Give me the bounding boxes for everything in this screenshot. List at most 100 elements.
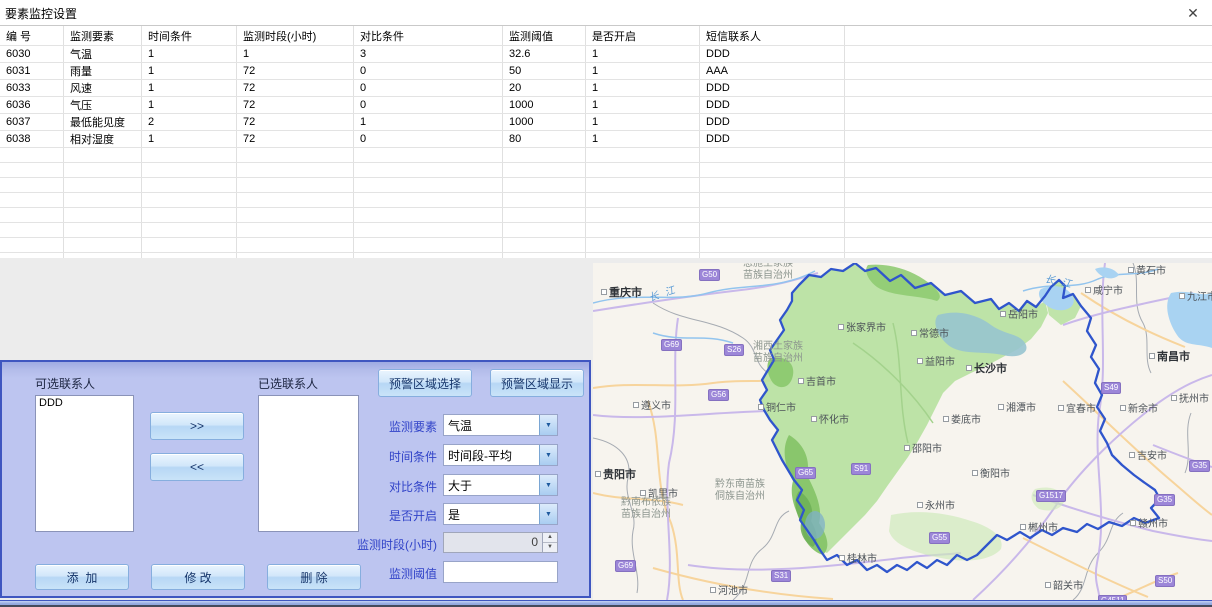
table-cell-filler bbox=[845, 114, 1212, 131]
table-cell bbox=[354, 163, 503, 178]
table-cell: 72 bbox=[237, 131, 354, 148]
map-city-label: 桂林市 bbox=[839, 554, 877, 565]
spinner-up-icon[interactable]: ▲ bbox=[543, 533, 557, 543]
table-cell bbox=[142, 208, 237, 223]
map-prefecture-label: 黔东南苗族侗族自治州 bbox=[705, 479, 775, 503]
table-row[interactable] bbox=[0, 148, 1212, 163]
map-city-label: 益阳市 bbox=[917, 357, 955, 368]
table-cell: 1 bbox=[586, 63, 700, 80]
table-cell: DDD bbox=[700, 114, 845, 131]
table-cell: 1 bbox=[586, 114, 700, 131]
column-header[interactable]: 编 号 bbox=[0, 26, 64, 46]
map-prefecture-label: 湘西土家族苗族自治州 bbox=[743, 341, 813, 365]
map-city-label: 娄底市 bbox=[943, 415, 981, 426]
table-cell bbox=[586, 193, 700, 208]
road-badge: S26 bbox=[724, 344, 744, 356]
road-badge: G35 bbox=[1189, 460, 1210, 472]
table-cell bbox=[237, 238, 354, 253]
selected-contacts-label: 已选联系人 bbox=[258, 375, 318, 392]
time-condition-select[interactable]: 时间段-平均 ▼ bbox=[443, 444, 558, 466]
table-row[interactable]: 6031雨量1720501AAA bbox=[0, 63, 1212, 80]
table-row[interactable]: 6036气压172010001DDD bbox=[0, 97, 1212, 114]
compare-condition-select[interactable]: 大于 ▼ bbox=[443, 474, 558, 496]
modify-button[interactable]: 修 改 bbox=[151, 564, 245, 590]
table-cell bbox=[64, 163, 142, 178]
table-cell-filler bbox=[845, 148, 1212, 163]
monitor-element-select[interactable]: 气温 ▼ bbox=[443, 414, 558, 436]
table-row[interactable] bbox=[0, 238, 1212, 253]
table-cell bbox=[142, 148, 237, 163]
table-cell: 72 bbox=[237, 97, 354, 114]
table-cell: 1 bbox=[586, 80, 700, 97]
table-cell bbox=[503, 223, 586, 238]
road-badge: G1517 bbox=[1036, 490, 1066, 502]
table-row[interactable] bbox=[0, 208, 1212, 223]
add-button[interactable]: 添 加 bbox=[35, 564, 129, 590]
road-badge: G56 bbox=[708, 389, 729, 401]
map-city-label: 怀化市 bbox=[811, 415, 849, 426]
table-cell: 1 bbox=[586, 131, 700, 148]
table-cell bbox=[142, 193, 237, 208]
table-cell bbox=[700, 163, 845, 178]
column-header[interactable]: 是否开启 bbox=[586, 26, 700, 46]
table-cell-filler bbox=[845, 80, 1212, 97]
table-row[interactable]: 6037最低能见度272110001DDD bbox=[0, 114, 1212, 131]
column-header[interactable]: 时间条件 bbox=[142, 26, 237, 46]
table-cell bbox=[586, 238, 700, 253]
table-row[interactable] bbox=[0, 223, 1212, 238]
map-city-label: 河池市 bbox=[710, 586, 748, 597]
map-city-label: 黄石市 bbox=[1128, 266, 1166, 277]
table-cell: DDD bbox=[700, 97, 845, 114]
chevron-down-icon[interactable]: ▼ bbox=[539, 415, 557, 435]
table-cell: 0 bbox=[354, 63, 503, 80]
table-cell: 6033 bbox=[0, 80, 64, 97]
table-row[interactable]: 6033风速1720201DDD bbox=[0, 80, 1212, 97]
chevron-down-icon[interactable]: ▼ bbox=[539, 504, 557, 524]
available-contacts-list[interactable]: DDD bbox=[35, 395, 134, 532]
monitor-rules-table[interactable]: 编 号监测要素时间条件监测时段(小时)对比条件监测阈值是否开启短信联系人 603… bbox=[0, 25, 1212, 259]
move-right-button[interactable]: >> bbox=[150, 412, 244, 440]
table-cell bbox=[503, 208, 586, 223]
close-icon[interactable]: ✕ bbox=[1184, 4, 1202, 22]
list-item[interactable]: DDD bbox=[36, 397, 133, 410]
table-cell: 72 bbox=[237, 80, 354, 97]
monitor-period-spinner[interactable]: 0 ▲ ▼ bbox=[443, 532, 558, 553]
table-cell: 1 bbox=[237, 46, 354, 63]
warning-area-select-button[interactable]: 预警区域选择 bbox=[378, 369, 472, 397]
road-badge: S31 bbox=[771, 570, 791, 582]
table-cell: 最低能见度 bbox=[64, 114, 142, 131]
monitor-element-label: 监测要素 bbox=[252, 418, 437, 435]
column-header[interactable]: 对比条件 bbox=[354, 26, 503, 46]
warning-area-display-button[interactable]: 预警区域显示 bbox=[490, 369, 584, 397]
table-cell: 0 bbox=[354, 80, 503, 97]
column-header[interactable]: 监测阈值 bbox=[503, 26, 586, 46]
column-header[interactable]: 监测要素 bbox=[64, 26, 142, 46]
table-cell: 风速 bbox=[64, 80, 142, 97]
enabled-select[interactable]: 是 ▼ bbox=[443, 503, 558, 525]
chevron-down-icon[interactable]: ▼ bbox=[539, 475, 557, 495]
table-cell bbox=[64, 148, 142, 163]
map-city-label: 南昌市 bbox=[1149, 352, 1190, 363]
table-row[interactable]: 6038相对湿度1720801DDD bbox=[0, 131, 1212, 148]
table-cell-filler bbox=[845, 131, 1212, 148]
table-cell: 1 bbox=[586, 97, 700, 114]
column-header[interactable]: 监测时段(小时) bbox=[237, 26, 354, 46]
table-cell bbox=[700, 178, 845, 193]
table-cell: 0 bbox=[354, 131, 503, 148]
spinner-down-icon[interactable]: ▼ bbox=[543, 543, 557, 552]
table-row[interactable] bbox=[0, 163, 1212, 178]
table-row[interactable] bbox=[0, 193, 1212, 208]
move-left-button[interactable]: << bbox=[150, 453, 244, 481]
table-row[interactable]: 6030气温11332.61DDD bbox=[0, 46, 1212, 63]
table-cell bbox=[142, 223, 237, 238]
table-row[interactable] bbox=[0, 178, 1212, 193]
map-city-label: 岳阳市 bbox=[1000, 310, 1038, 321]
delete-button[interactable]: 删 除 bbox=[267, 564, 361, 590]
map-view[interactable]: 重庆市黄石市咸宁市九江市岳阳市张家界市常德市南昌市益阳市长沙市吉首市遵义市铜仁市… bbox=[593, 263, 1212, 600]
table-cell bbox=[354, 238, 503, 253]
threshold-input[interactable] bbox=[443, 561, 558, 583]
map-city-label: 吉安市 bbox=[1129, 451, 1167, 462]
table-cell bbox=[237, 223, 354, 238]
chevron-down-icon[interactable]: ▼ bbox=[539, 445, 557, 465]
column-header[interactable]: 短信联系人 bbox=[700, 26, 845, 46]
